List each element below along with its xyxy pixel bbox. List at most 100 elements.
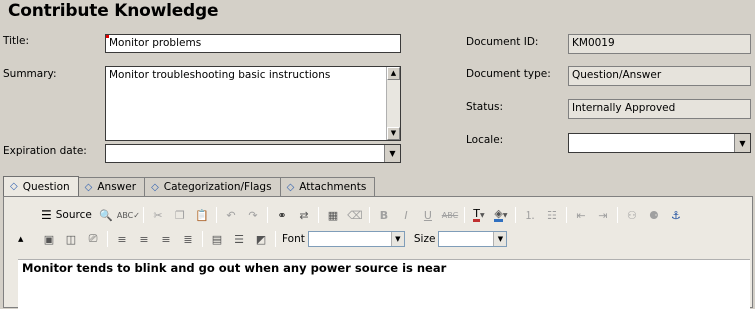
status-field: Internally Approved [568, 99, 751, 119]
toolbar-separator [142, 207, 144, 223]
title-input-value: Monitor problems [109, 37, 202, 49]
scroll-down-arrow-icon[interactable]: ▼ [387, 127, 400, 140]
anchor-button[interactable]: ⚓ [665, 205, 687, 225]
tab-categorization-flags[interactable]: ◇ Categorization/Flags [144, 177, 281, 196]
editor-toolbar-row-2: ▣ ◫ ⎚ ≡ ≡ ≡ ≣ ▤ ☰ ◩ Font ▼ Size ▼ [38, 228, 750, 250]
remove-format-button[interactable]: ⌫ [344, 205, 366, 225]
diamond-icon: ◇ [151, 181, 159, 193]
flash-icon: ◫ [65, 232, 77, 246]
redo-button[interactable]: ↷ [242, 205, 264, 225]
chevron-down-icon[interactable]: ▼ [734, 134, 750, 152]
flash-button[interactable]: ◫ [60, 229, 82, 249]
source-button[interactable]: ☰ Source [38, 205, 95, 225]
title-input[interactable]: Monitor problems [105, 34, 401, 53]
outdent-icon: ⇤ [576, 208, 586, 222]
strikethrough-icon: ABC [441, 210, 459, 220]
locale-label: Locale: [466, 134, 504, 146]
editor-content-area[interactable]: Monitor tends to blink and go out when a… [18, 259, 750, 309]
align-left-button[interactable]: ≡ [111, 229, 133, 249]
scroll-up-arrow-icon[interactable]: ▲ [387, 67, 400, 80]
align-center-icon: ≡ [139, 232, 149, 246]
bold-button[interactable]: B [373, 205, 395, 225]
editor-content-text: Monitor tends to blink and go out when a… [22, 261, 447, 275]
table-button[interactable]: ▤ [206, 229, 228, 249]
link-icon: ⚇ [627, 208, 637, 222]
tab-answer[interactable]: ◇ Answer [77, 177, 146, 196]
title-label: Title: [3, 35, 30, 47]
outdent-button[interactable]: ⇤ [570, 205, 592, 225]
horizontal-rule-button[interactable]: ☰ [228, 229, 250, 249]
page-title: Contribute Knowledge [8, 1, 219, 21]
justify-button[interactable]: ≣ [177, 229, 199, 249]
toolbar-separator [514, 207, 516, 223]
eraser-icon: ⌫ [347, 208, 363, 222]
bold-icon: B [379, 208, 389, 222]
size-select[interactable]: ▼ [438, 231, 508, 247]
font-select[interactable]: ▼ [307, 231, 405, 247]
preview-button[interactable]: 🔍 [95, 205, 117, 225]
link-button[interactable]: ⚇ [621, 205, 643, 225]
document-type-label: Document type: [466, 68, 551, 80]
toolbar-separator [266, 207, 268, 223]
horizontal-rule-icon: ☰ [234, 232, 244, 246]
locale-select[interactable]: ▼ [568, 133, 751, 153]
text-color-button[interactable]: T ▼ [468, 205, 490, 225]
chevron-down-icon: ▼ [502, 211, 508, 219]
select-all-button[interactable]: ▦ [322, 205, 344, 225]
source-icon: ☰ [41, 208, 52, 222]
indent-button[interactable]: ⇥ [592, 205, 614, 225]
summary-textarea[interactable]: Monitor troubleshooting basic instructio… [105, 66, 401, 141]
toolbar-collapse-icon[interactable]: ▲ [18, 235, 23, 243]
media-button[interactable]: ⎚ [82, 229, 104, 249]
tab-label: Question [22, 180, 70, 193]
align-center-button[interactable]: ≡ [133, 229, 155, 249]
size-label: Size [413, 233, 436, 245]
table-icon: ▤ [211, 232, 223, 246]
cut-button[interactable]: ✂ [147, 205, 169, 225]
tab-label: Attachments [299, 181, 367, 193]
document-type-value: Question/Answer [572, 69, 662, 81]
find-button[interactable]: ⚭ [271, 205, 293, 225]
replace-icon: ⇄ [299, 208, 309, 222]
expiration-label: Expiration date: [3, 145, 87, 157]
tab-label: Answer [97, 181, 137, 193]
numbered-list-button[interactable]: ⒈ [519, 205, 541, 225]
spellcheck-icon: ABC✓ [116, 210, 140, 220]
tab-attachments[interactable]: ◇ Attachments [279, 177, 376, 196]
media-icon: ⎚ [88, 232, 98, 245]
paste-icon: 📋 [195, 208, 209, 222]
indent-icon: ⇥ [598, 208, 608, 222]
toolbar-separator [368, 207, 370, 223]
toolbar-separator [565, 207, 567, 223]
spellcheck-button[interactable]: ABC✓ [117, 205, 140, 225]
select-all-icon: ▦ [327, 208, 339, 222]
italic-button[interactable]: I [395, 205, 417, 225]
special-char-button[interactable]: ◩ [250, 229, 272, 249]
binoculars-icon: ⚭ [277, 208, 287, 222]
chevron-down-icon[interactable]: ▼ [384, 145, 400, 162]
document-id-field: KM0019 [568, 34, 751, 54]
toolbar-separator [463, 207, 465, 223]
paste-button[interactable]: 📋 [191, 205, 213, 225]
status-value: Internally Approved [572, 102, 676, 114]
toolbar-separator [317, 207, 319, 223]
underline-button[interactable]: U [417, 205, 439, 225]
expiration-date-combo[interactable]: ▼ [105, 144, 401, 163]
document-id-label: Document ID: [466, 36, 539, 48]
align-right-button[interactable]: ≡ [155, 229, 177, 249]
toolbar-separator [275, 231, 276, 247]
background-color-button[interactable]: ◈ ▼ [490, 205, 512, 225]
align-right-icon: ≡ [161, 232, 171, 246]
replace-button[interactable]: ⇄ [293, 205, 315, 225]
image-button[interactable]: ▣ [38, 229, 60, 249]
strikethrough-button[interactable]: ABC [439, 205, 461, 225]
copy-button[interactable]: ❐ [169, 205, 191, 225]
tab-question[interactable]: ◇ Question [3, 176, 79, 196]
diamond-icon: ◇ [84, 181, 93, 193]
unlink-button[interactable]: ⚈ [643, 205, 665, 225]
align-left-icon: ≡ [117, 232, 127, 246]
summary-label: Summary: [3, 68, 57, 80]
summary-scrollbar[interactable]: ▲ ▼ [386, 67, 400, 140]
bulleted-list-button[interactable]: ☷ [541, 205, 563, 225]
undo-button[interactable]: ↶ [220, 205, 242, 225]
